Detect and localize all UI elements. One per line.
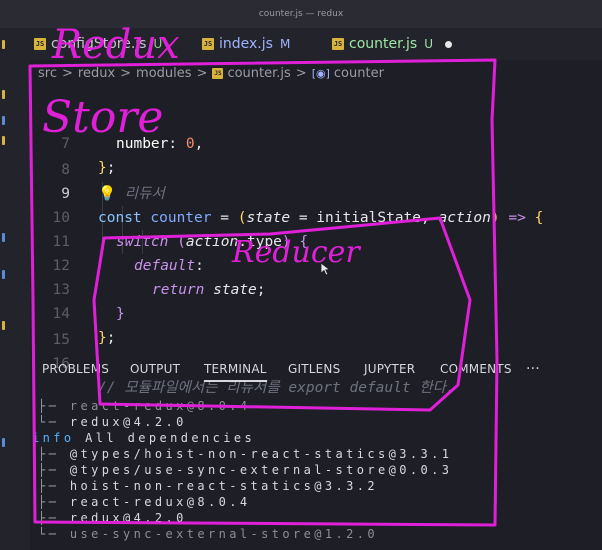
handwriting-store: Store [42,92,163,143]
handwriting-reducer: Reducer [231,235,361,270]
handwriting-redux: Redux [51,22,180,68]
handwritten-annotation-layer: Redux Store Reducer [28,22,499,527]
